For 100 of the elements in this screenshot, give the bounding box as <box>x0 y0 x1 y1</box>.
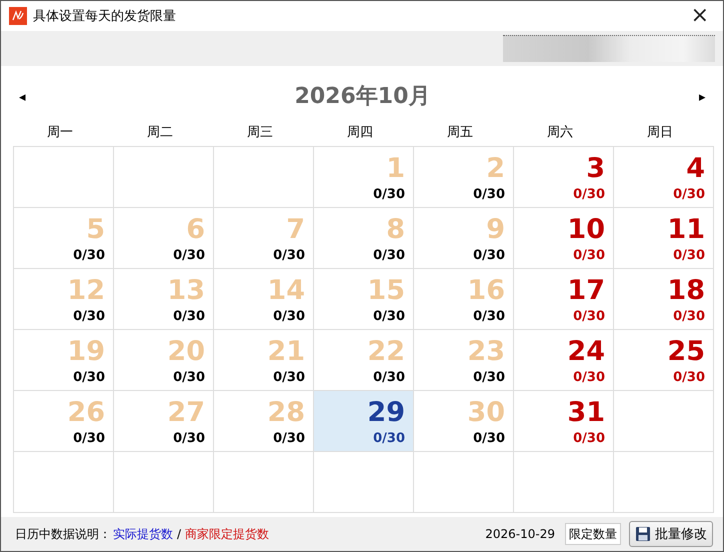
batch-edit-button[interactable]: 批量修改 <box>629 521 713 547</box>
day-number: 8 <box>386 214 405 246</box>
legend-limit-count: 商家限定提货数 <box>185 526 270 542</box>
day-number: 21 <box>267 336 305 368</box>
day-number: 22 <box>367 336 405 368</box>
day-count: 0/30 <box>173 309 205 324</box>
day-count: 0/30 <box>473 187 505 202</box>
day-number: 28 <box>267 397 305 429</box>
day-number: 2 <box>486 153 505 185</box>
day-cell[interactable]: 19 0/30 <box>14 330 114 391</box>
day-number: 12 <box>67 275 105 307</box>
day-number: 27 <box>167 397 205 429</box>
month-title: 2026年10月 <box>294 83 430 111</box>
day-cell[interactable]: 16 0/30 <box>414 269 514 330</box>
day-cell[interactable]: 24 0/30 <box>514 330 614 391</box>
day-count: 0/30 <box>273 370 305 385</box>
day-count: 0/30 <box>73 309 105 324</box>
day-count: 0/30 <box>473 309 505 324</box>
day-cell[interactable]: 21 0/30 <box>214 330 314 391</box>
day-count: 0/30 <box>473 370 505 385</box>
day-count: 0/30 <box>173 370 205 385</box>
day-cell[interactable]: 1 0/30 <box>314 147 414 208</box>
day-cell[interactable]: 11 0/30 <box>614 208 714 269</box>
weekday-label: 周四 <box>346 124 374 141</box>
day-count: 0/30 <box>673 309 705 324</box>
day-cell[interactable]: 12 0/30 <box>14 269 114 330</box>
day-number: 31 <box>567 397 605 429</box>
day-number: 1 <box>386 153 405 185</box>
day-count: 0/30 <box>173 431 205 446</box>
day-number: 26 <box>67 397 105 429</box>
day-cell[interactable]: 18 0/30 <box>614 269 714 330</box>
legend-label: 日历中数据说明： <box>15 526 111 542</box>
day-count: 0/30 <box>473 431 505 446</box>
day-count: 0/30 <box>373 309 405 324</box>
day-cell[interactable]: 3 0/30 <box>514 147 614 208</box>
day-number: 13 <box>167 275 205 307</box>
day-cell[interactable]: 14 0/30 <box>214 269 314 330</box>
day-number: 11 <box>667 214 705 246</box>
next-month-button[interactable]: ▸ <box>696 88 708 104</box>
day-cell[interactable]: 6 0/30 <box>114 208 214 269</box>
day-count: 0/30 <box>273 309 305 324</box>
day-cell[interactable]: 13 0/30 <box>114 269 214 330</box>
day-number: 24 <box>567 336 605 368</box>
day-cell[interactable]: 2 0/30 <box>414 147 514 208</box>
day-cell[interactable]: 5 0/30 <box>14 208 114 269</box>
day-cell[interactable]: 8 0/30 <box>314 208 414 269</box>
selected-day-cell[interactable]: 29 0/30 <box>314 391 414 452</box>
day-cell[interactable]: 30 0/30 <box>414 391 514 452</box>
weekday-label: 周日 <box>646 124 674 141</box>
limit-field[interactable]: 限定数量 <box>565 523 621 545</box>
day-number: 30 <box>467 397 505 429</box>
selected-date: 2026-10-29 <box>485 527 555 541</box>
day-count: 0/30 <box>273 248 305 263</box>
weekday-label: 周二 <box>146 124 174 141</box>
day-number: 4 <box>686 153 705 185</box>
day-number: 23 <box>467 336 505 368</box>
day-count: 0/30 <box>73 248 105 263</box>
day-count: 0/30 <box>73 431 105 446</box>
day-count: 0/30 <box>273 431 305 446</box>
day-number: 5 <box>86 214 105 246</box>
day-number: 10 <box>567 214 605 246</box>
day-number: 3 <box>586 153 605 185</box>
day-cell[interactable]: 20 0/30 <box>114 330 214 391</box>
previous-month-button[interactable]: ◂ <box>17 88 28 104</box>
app-logo-icon <box>9 7 27 25</box>
day-cell[interactable]: 17 0/30 <box>514 269 614 330</box>
legend-actual-count: 实际提货数 <box>113 526 173 542</box>
day-cell[interactable]: 25 0/30 <box>614 330 714 391</box>
weekday-label: 周六 <box>546 124 574 141</box>
window-title: 具体设置每天的发货限量 <box>33 8 177 25</box>
day-number: 14 <box>267 275 305 307</box>
day-number: 16 <box>467 275 505 307</box>
day-cell[interactable]: 26 0/30 <box>14 391 114 452</box>
day-cell[interactable]: 7 0/30 <box>214 208 314 269</box>
weekday-label: 周三 <box>246 124 274 141</box>
day-count: 0/30 <box>373 431 405 446</box>
day-number: 7 <box>286 214 305 246</box>
day-cell[interactable]: 4 0/30 <box>614 147 714 208</box>
day-cell[interactable]: 23 0/30 <box>414 330 514 391</box>
weekday-label: 周五 <box>446 124 474 141</box>
day-count: 0/30 <box>573 187 605 202</box>
day-count: 0/30 <box>673 187 705 202</box>
day-cell[interactable]: 9 0/30 <box>414 208 514 269</box>
day-cell[interactable]: 31 0/30 <box>514 391 614 452</box>
day-count: 0/30 <box>173 248 205 263</box>
day-count: 0/30 <box>373 370 405 385</box>
day-cell[interactable]: 15 0/30 <box>314 269 414 330</box>
day-number: 6 <box>186 214 205 246</box>
save-icon <box>635 526 651 542</box>
day-number: 19 <box>67 336 105 368</box>
day-cell[interactable]: 10 0/30 <box>514 208 614 269</box>
close-button[interactable]: × <box>684 4 715 28</box>
day-number: 15 <box>367 275 405 307</box>
day-count: 0/30 <box>373 248 405 263</box>
day-count: 0/30 <box>473 248 505 263</box>
day-number: 18 <box>667 275 705 307</box>
day-cell[interactable]: 27 0/30 <box>114 391 214 452</box>
day-number: 9 <box>486 214 505 246</box>
day-count: 0/30 <box>673 248 705 263</box>
day-count: 0/30 <box>573 431 605 446</box>
